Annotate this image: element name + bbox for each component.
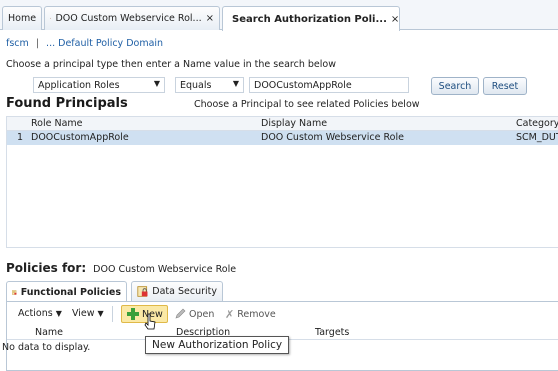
dropdown-arrow-icon: ▼ — [232, 79, 239, 88]
chevron-down-icon: ▼ — [55, 309, 62, 318]
new-tooltip: New Authorization Policy — [145, 336, 290, 354]
open-label: Open — [189, 308, 215, 320]
tab-label: Home — [8, 13, 37, 24]
pencil-icon — [175, 308, 186, 319]
found-principals-hint: Choose a Principal to see related Polici… — [194, 99, 420, 110]
found-principals-table: Role Name Display Name Category 1 DOOCus… — [6, 116, 558, 248]
column-header-display-name[interactable]: Display Name — [261, 118, 327, 129]
found-principals-heading: Found Principals — [6, 96, 128, 111]
column-header-name[interactable]: Name — [35, 327, 63, 338]
tab-label: Search Authorization Poli... — [232, 13, 387, 25]
tab-strip: Home DOO Custom Webservice Rol... × Sear… — [0, 0, 558, 31]
open-button[interactable]: Open — [174, 308, 214, 320]
column-header-category[interactable]: Category — [516, 118, 558, 129]
policies-for-label: Policies for: — [6, 261, 87, 275]
column-header-targets[interactable]: Targets — [315, 327, 349, 338]
view-menu[interactable]: View ▼ — [72, 308, 104, 319]
cell-display-name: DOO Custom Webservice Role — [261, 132, 404, 143]
tab-doo-custom-webservice-role[interactable]: DOO Custom Webservice Rol... × — [44, 6, 220, 30]
tab-home[interactable]: Home — [2, 6, 42, 30]
tab-label: Data Security — [152, 286, 217, 297]
breadcrumb-separator: | — [35, 38, 40, 49]
policies-for-principal: DOO Custom Webservice Role — [93, 264, 237, 275]
principal-type-value: Application Roles — [38, 79, 120, 91]
dropdown-arrow-icon: ▼ — [153, 79, 160, 88]
add-icon — [127, 308, 139, 320]
tab-search-authorization-policies[interactable]: Search Authorization Poli... × — [222, 6, 400, 31]
operator-select[interactable]: Equals ▼ — [175, 77, 244, 93]
tab-label: DOO Custom Webservice Rol... — [55, 13, 202, 24]
people-icon — [50, 17, 52, 20]
mouse-cursor-icon — [144, 313, 156, 330]
tab-data-security[interactable]: Data Security — [131, 281, 223, 301]
tab-label: Functional Policies — [20, 286, 121, 298]
breadcrumb-root[interactable]: fscm — [6, 38, 29, 49]
remove-button[interactable]: ✗ Remove — [225, 308, 276, 321]
remove-icon: ✗ — [225, 308, 235, 321]
search-instructions: Choose a principal type then enter a Nam… — [6, 59, 336, 70]
name-search-value: DOOCustomAppRole — [254, 79, 352, 91]
close-icon[interactable]: × — [206, 13, 214, 24]
view-label: View — [72, 308, 95, 319]
remove-label: Remove — [237, 309, 276, 320]
breadcrumb-domain[interactable]: ... Default Policy Domain — [46, 38, 163, 49]
toolbar-divider — [112, 306, 113, 322]
table-header: Role Name Display Name Category — [7, 117, 558, 131]
chevron-down-icon: ▼ — [97, 309, 104, 318]
cell-role-name: DOOCustomAppRole — [31, 132, 129, 143]
breadcrumb: fscm | ... Default Policy Domain — [6, 38, 163, 49]
principal-type-select[interactable]: Application Roles ▼ — [33, 77, 165, 93]
search-button[interactable]: Search — [431, 77, 479, 95]
table-row[interactable]: 1 DOOCustomAppRole DOO Custom Webservice… — [7, 131, 558, 145]
name-search-input[interactable]: DOOCustomAppRole — [249, 77, 409, 93]
tab-functional-policies[interactable]: Functional Policies — [6, 281, 127, 302]
reset-button[interactable]: Reset — [483, 77, 527, 95]
cell-category: SCM_DUTY — [516, 132, 558, 143]
row-index: 1 — [17, 132, 24, 143]
operator-value: Equals — [180, 79, 212, 91]
policy-document-icon — [12, 289, 17, 295]
actions-menu[interactable]: Actions ▼ — [18, 308, 62, 319]
no-data-message: No data to display. — [2, 342, 91, 353]
data-security-icon — [137, 286, 148, 297]
actions-label: Actions — [18, 308, 53, 319]
close-icon[interactable]: × — [391, 14, 399, 25]
column-header-role-name[interactable]: Role Name — [31, 118, 83, 129]
policies-for-heading: Policies for: DOO Custom Webservice Role — [6, 261, 236, 275]
